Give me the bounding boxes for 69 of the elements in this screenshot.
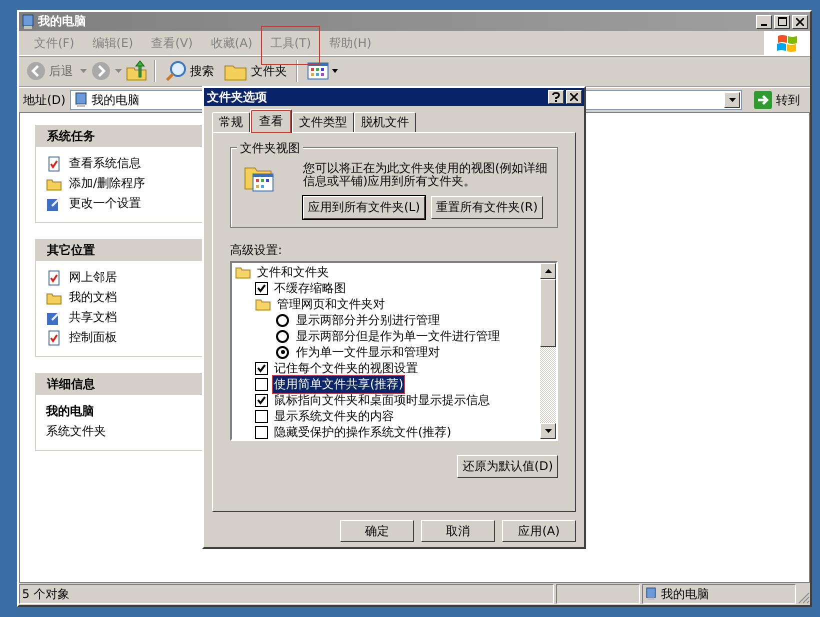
details-subtitle: 系统文件夹 (46, 423, 107, 440)
advanced-settings-label: 高级设置: (230, 242, 284, 260)
dialog-button[interactable]: 应用(A) (502, 520, 576, 542)
radio-button[interactable] (276, 330, 289, 343)
task-link[interactable]: 控制面板 (69, 329, 117, 346)
folder-view-button[interactable]: 应用到所有文件夹(L) (303, 196, 426, 220)
folder-icon (255, 297, 271, 312)
minimize-button[interactable] (756, 14, 772, 28)
maximize-button[interactable] (774, 14, 790, 28)
document-icon (46, 330, 62, 346)
dialog-button[interactable]: 取消 (421, 520, 495, 542)
dialog-title: 文件夹选项 (207, 88, 268, 106)
tool-icon (46, 196, 62, 212)
maximize-icon (778, 17, 786, 26)
close-button[interactable] (792, 14, 808, 28)
scroll-up-icon[interactable] (544, 269, 552, 274)
folder-view-button[interactable]: 重置所有文件夹(R) (431, 196, 543, 220)
search-icon (165, 60, 187, 82)
document-icon (46, 270, 62, 286)
minimize-icon (761, 24, 767, 26)
radio-button[interactable] (276, 346, 289, 359)
task-link[interactable]: 更改一个设置 (69, 195, 141, 212)
checkbox[interactable] (255, 362, 268, 375)
dropdown-arrow-icon (332, 69, 338, 73)
close-icon (796, 18, 804, 26)
checkbox[interactable] (255, 426, 268, 439)
close-button[interactable] (566, 90, 582, 104)
document-icon (46, 156, 62, 172)
tab[interactable]: 查看 (250, 109, 292, 133)
go-button[interactable]: 转到 (746, 91, 806, 109)
resize-grip-icon[interactable] (798, 592, 810, 604)
checkbox[interactable] (255, 394, 268, 407)
close-icon (570, 93, 578, 101)
checkbox[interactable] (255, 410, 268, 423)
computer-icon (74, 92, 88, 108)
status-location: 我的电脑 (642, 584, 796, 604)
setting-label[interactable]: 使用简单文件共享(推荐) (272, 374, 406, 394)
folder-icon (235, 265, 251, 280)
question-mark-icon (552, 92, 560, 102)
views-icon (307, 62, 329, 80)
setting-label[interactable]: 不缓存缩略图 (272, 278, 348, 298)
tab[interactable]: 文件类型 (292, 112, 354, 132)
task-link[interactable]: 查看系统信息 (69, 155, 141, 172)
details-name: 我的电脑 (46, 403, 95, 420)
dropdown-arrow-icon (728, 98, 736, 102)
dialog-button[interactable]: 确定 (340, 520, 414, 542)
checkbox[interactable] (255, 282, 268, 295)
task-link[interactable]: 我的文档 (69, 289, 117, 306)
restore-defaults-button[interactable]: 还原为默认值(D) (457, 455, 558, 478)
help-button[interactable] (548, 90, 564, 104)
group-title: 文件夹视图 (237, 140, 303, 157)
task-link[interactable]: 共享文档 (69, 309, 117, 326)
tree-label: 文件和文件夹 (256, 264, 330, 281)
tab[interactable]: 脱机文件 (354, 112, 416, 132)
task-link[interactable]: 添加/删除程序 (69, 175, 146, 192)
tool-icon (46, 310, 62, 326)
up-folder-icon[interactable] (126, 60, 148, 82)
computer-icon (645, 587, 657, 601)
address-label: 地址(D) (23, 92, 66, 108)
dropdown-button[interactable] (724, 92, 740, 108)
checkbox[interactable] (255, 378, 268, 391)
status-text: 5 个对象 (19, 584, 554, 604)
tree-label: 管理网页和文件夹对 (276, 296, 386, 313)
scroll-down-icon[interactable] (544, 429, 552, 434)
description-text: 您可以将正在为此文件夹使用的视图(例如详细信息或平铺)应用到所有文件夹。 (303, 162, 549, 188)
radio-button[interactable] (276, 314, 289, 327)
scrollbar[interactable] (540, 263, 556, 440)
computer-icon (21, 14, 35, 30)
task-link[interactable]: 网上邻居 (69, 269, 117, 286)
